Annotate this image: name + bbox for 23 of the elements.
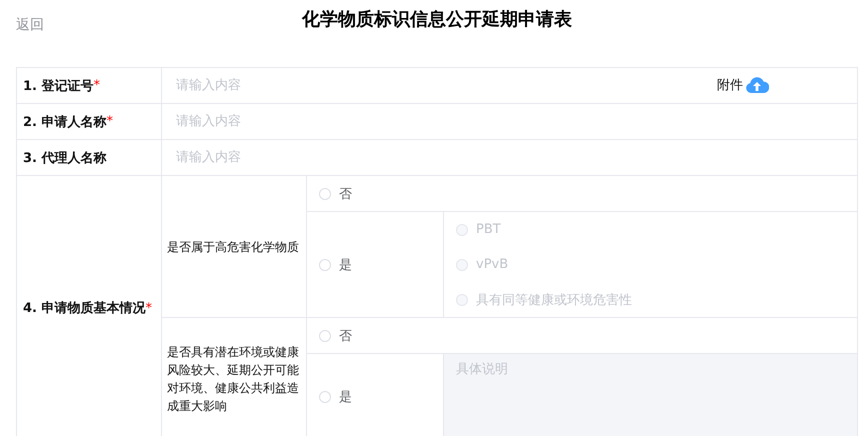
field-label: 1. 登记证号 [22,78,94,94]
field-label: 4. 申请物质基本情况 [22,300,146,317]
radio-button[interactable] [319,258,331,270]
radio-button[interactable] [319,391,331,403]
radio-label[interactable]: 是 [339,388,352,406]
radio-label[interactable]: 否 [339,326,352,344]
required-mark: * [106,114,114,129]
radio-button[interactable] [319,330,331,342]
radio-label[interactable]: 是 [339,256,352,274]
field-label: 2. 申请人名称 [22,114,107,130]
required-mark: * [146,300,152,316]
input-field[interactable]: 请输入内容 [162,139,857,176]
page-title: 化学物质标识信息公开延期申请表 [302,8,572,31]
required-mark: * [94,78,100,93]
question-text: 是否属于高危害化学物质 [167,238,299,256]
back-link[interactable]: 返回 [16,16,44,34]
input-field[interactable]: 请输入内容 [162,103,857,140]
attachment-label[interactable]: 附件 [717,76,743,94]
radio-label[interactable]: 否 [339,184,352,202]
question-text: 是否具有潜在环境或健康风险较大、延期公开可能对环境、健康公共利益造成重大影响 [167,344,300,415]
radio-button[interactable] [319,188,331,200]
field-label: 3. 代理人名称 [22,150,107,166]
upload-icon[interactable] [745,76,769,94]
